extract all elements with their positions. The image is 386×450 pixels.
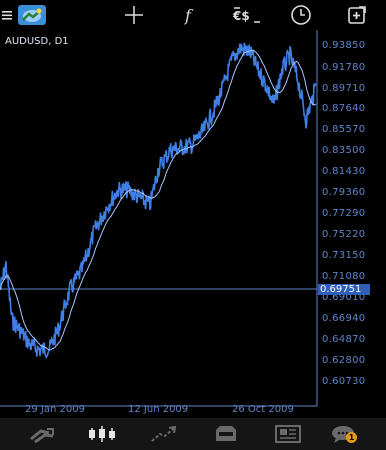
symbol-timeframe-label: AUDUSD, D1 xyxy=(5,36,69,47)
price-tick-label: 0.64870 xyxy=(322,334,366,345)
price-tick-label: 0.91780 xyxy=(322,62,366,73)
price-tick-label: 0.87640 xyxy=(322,103,366,114)
hamburger-menu-icon[interactable] xyxy=(0,3,14,27)
top-toolbar: f €$ xyxy=(0,0,386,30)
trade-icon[interactable] xyxy=(146,422,182,446)
news-icon[interactable] xyxy=(270,422,306,446)
price-tick-label: 0.81430 xyxy=(322,166,366,177)
price-tick-label: 0.77290 xyxy=(322,208,366,219)
date-tick-label: 12 Jun 2009 xyxy=(128,404,189,415)
price-tick-label: 0.79360 xyxy=(322,187,366,198)
date-tick-label: 26 Oct 2009 xyxy=(232,404,294,415)
price-tick-label: 0.83500 xyxy=(322,145,366,156)
price-tick-label: 0.60730 xyxy=(322,376,366,387)
price-tick-label: 0.85570 xyxy=(322,124,366,135)
price-tick-label: 0.62800 xyxy=(322,355,366,366)
svg-text:f: f xyxy=(184,6,194,25)
price-line xyxy=(0,42,317,359)
history-icon[interactable] xyxy=(208,422,244,446)
price-tick-label: 0.93850 xyxy=(322,40,366,51)
messages-badge: 1 xyxy=(346,432,357,443)
symbols-icon[interactable]: €$ xyxy=(230,3,264,27)
indicators-f-icon[interactable]: f xyxy=(178,3,202,27)
price-tick-label: 0.89710 xyxy=(322,83,366,94)
metatrader-app-icon[interactable] xyxy=(16,3,48,27)
new-order-icon[interactable] xyxy=(344,3,370,27)
clock-icon[interactable] xyxy=(288,3,314,27)
price-series xyxy=(0,42,317,359)
price-tick-label: 0.71080 xyxy=(322,271,366,282)
date-tick-label: 29 Jan 2009 xyxy=(25,404,85,415)
price-tick-label: 0.73150 xyxy=(322,250,366,261)
quotes-icon[interactable] xyxy=(24,422,60,446)
messages-icon[interactable] xyxy=(326,422,362,446)
svg-text:€$: €$ xyxy=(232,9,250,23)
chart-candles-icon[interactable] xyxy=(84,422,120,446)
current-price-label: 0.69751 xyxy=(318,284,370,295)
bottom-navigation: 1 xyxy=(0,418,386,450)
price-tick-label: 0.75220 xyxy=(322,229,366,240)
crosshair-icon[interactable] xyxy=(122,3,146,27)
price-tick-label: 0.66940 xyxy=(322,313,366,324)
